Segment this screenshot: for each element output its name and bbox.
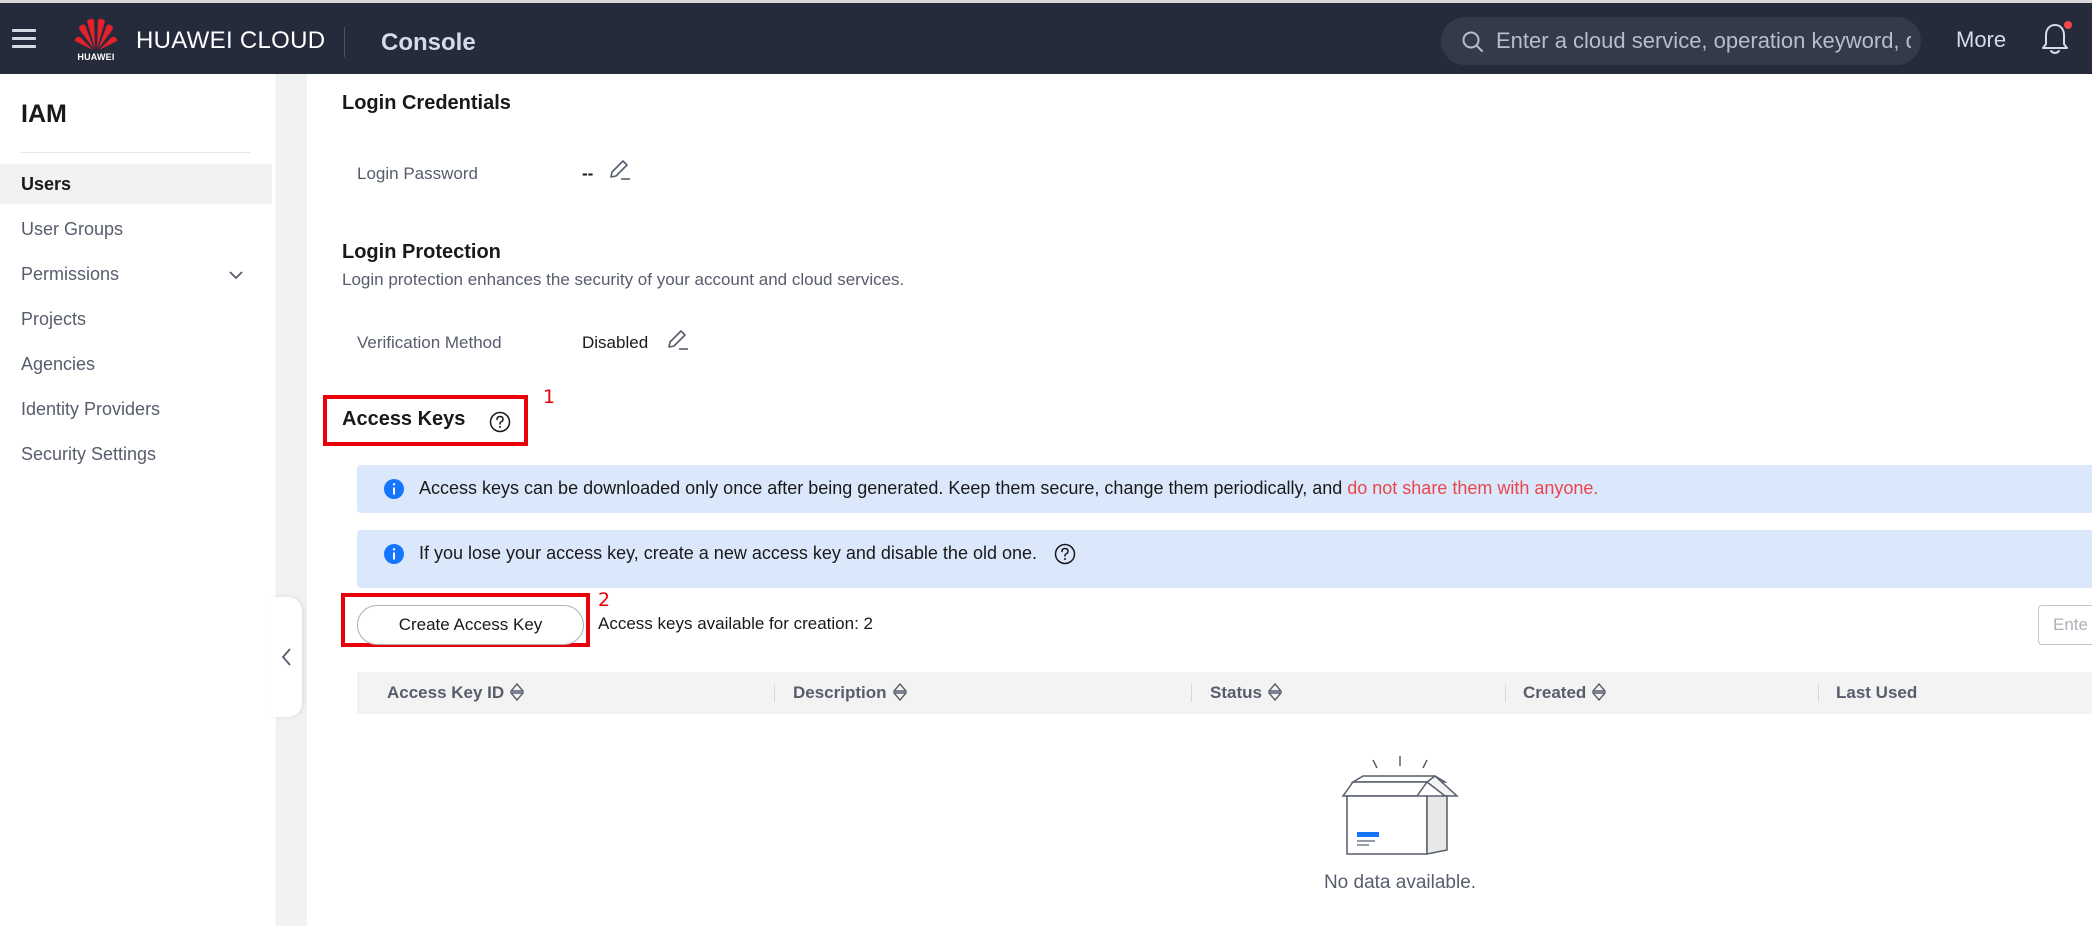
login-credentials-heading: Login Credentials bbox=[342, 92, 511, 114]
info-notice-main-text: Access keys can be downloaded only once … bbox=[419, 478, 1348, 498]
help-icon[interactable] bbox=[1054, 543, 1076, 565]
info-notice-warning-text: do not share them with anyone. bbox=[1347, 478, 1599, 498]
help-icon[interactable] bbox=[489, 411, 511, 433]
empty-box-icon bbox=[1341, 756, 1459, 855]
sidebar-item-permissions[interactable]: Permissions bbox=[0, 254, 272, 294]
sidebar-collapse-toggle[interactable] bbox=[272, 597, 302, 717]
column-header-description[interactable]: Description bbox=[793, 682, 908, 703]
login-password-value: -- bbox=[582, 164, 594, 183]
access-keys-heading: Access Keys bbox=[342, 408, 466, 430]
column-header-label: Created bbox=[1523, 683, 1587, 702]
column-header-label: Status bbox=[1210, 683, 1262, 702]
sort-icon[interactable] bbox=[892, 682, 908, 702]
content-gutter bbox=[277, 74, 307, 926]
verification-method-value: Disabled bbox=[582, 333, 649, 352]
sidebar-item-security-settings[interactable]: Security Settings bbox=[0, 434, 272, 474]
login-protection-description: Login protection enhances the security o… bbox=[342, 270, 905, 289]
chevron-left-icon bbox=[281, 648, 291, 666]
top-navigation-bar: HUAWEI HUAWEI CLOUD Console More bbox=[0, 0, 2092, 74]
column-header-last-used: Last Used bbox=[1836, 683, 1918, 702]
column-header-status[interactable]: Status bbox=[1210, 682, 1283, 703]
sidebar-item-label: Permissions bbox=[21, 264, 120, 284]
info-notice-lost-key: If you lose your access key, create a ne… bbox=[357, 530, 2092, 588]
header-divider bbox=[344, 27, 345, 57]
login-protection-heading: Login Protection bbox=[342, 241, 501, 263]
more-menu[interactable]: More bbox=[1956, 27, 2006, 53]
huawei-flower-icon bbox=[75, 18, 117, 50]
sidebar-item-label: Projects bbox=[21, 309, 87, 329]
sidebar-item-label: Users bbox=[21, 174, 72, 194]
edit-password-icon[interactable] bbox=[607, 157, 631, 181]
column-header-access-key-id[interactable]: Access Key ID bbox=[387, 682, 525, 703]
edit-verification-icon[interactable] bbox=[665, 327, 689, 351]
sidebar-item-label: Agencies bbox=[21, 354, 96, 374]
verification-method-label: Verification Method bbox=[357, 333, 502, 352]
available-keys-count: Access keys available for creation: 2 bbox=[598, 614, 873, 633]
sidebar-item-projects[interactable]: Projects bbox=[0, 299, 272, 339]
info-notice-lost-key-text: If you lose your access key, create a ne… bbox=[419, 543, 1038, 563]
sidebar-item-identity-providers[interactable]: Identity Providers bbox=[0, 389, 272, 429]
sort-icon[interactable] bbox=[1267, 682, 1283, 702]
global-search[interactable] bbox=[1441, 17, 1921, 65]
annotation-number-2: 2 bbox=[598, 589, 611, 611]
column-divider bbox=[1505, 684, 1506, 702]
sidebar: IAM Users User Groups Permissions Projec… bbox=[0, 74, 277, 926]
column-divider bbox=[1191, 684, 1192, 702]
console-link[interactable]: Console bbox=[381, 29, 476, 57]
sidebar-item-user-groups[interactable]: User Groups bbox=[0, 209, 272, 249]
info-icon bbox=[384, 479, 404, 499]
empty-state-text: No data available. bbox=[1323, 872, 1477, 893]
column-divider bbox=[1818, 684, 1819, 702]
logo-wordmark: HUAWEI bbox=[77, 52, 115, 62]
column-header-created[interactable]: Created bbox=[1523, 682, 1607, 703]
huawei-logo[interactable]: HUAWEI bbox=[74, 15, 118, 63]
menu-icon[interactable] bbox=[12, 27, 36, 51]
notification-dot bbox=[2064, 21, 2072, 29]
sort-icon[interactable] bbox=[509, 682, 525, 702]
sidebar-title: IAM bbox=[21, 100, 67, 128]
brand-name[interactable]: HUAWEI CLOUD bbox=[136, 27, 325, 55]
column-header-label: Access Key ID bbox=[387, 683, 505, 702]
sidebar-divider bbox=[21, 152, 250, 153]
access-keys-table-header: Access Key ID Description Status Created… bbox=[357, 672, 2092, 714]
filter-search-input[interactable] bbox=[2038, 605, 2092, 645]
create-access-key-button[interactable]: Create Access Key bbox=[357, 605, 584, 645]
chevron-down-icon[interactable] bbox=[227, 266, 245, 284]
sidebar-item-users[interactable]: Users bbox=[0, 164, 272, 204]
login-password-label: Login Password bbox=[357, 164, 478, 183]
column-header-label: Description bbox=[793, 683, 887, 702]
sidebar-item-label: Identity Providers bbox=[21, 399, 161, 419]
sidebar-item-label: Security Settings bbox=[21, 444, 157, 464]
search-icon bbox=[1462, 31, 1483, 52]
info-notice-text: Access keys can be downloaded only once … bbox=[419, 478, 1598, 499]
column-divider bbox=[774, 684, 775, 702]
annotation-number-1: 1 bbox=[543, 386, 556, 408]
sort-icon[interactable] bbox=[1591, 682, 1607, 702]
info-notice-download-once: Access keys can be downloaded only once … bbox=[357, 465, 2092, 513]
sidebar-item-agencies[interactable]: Agencies bbox=[0, 344, 272, 384]
search-input[interactable] bbox=[1496, 17, 1911, 65]
main-content: Login Credentials Login Password -- Logi… bbox=[307, 74, 2092, 926]
sidebar-item-label: User Groups bbox=[21, 219, 124, 239]
info-icon bbox=[384, 544, 404, 564]
